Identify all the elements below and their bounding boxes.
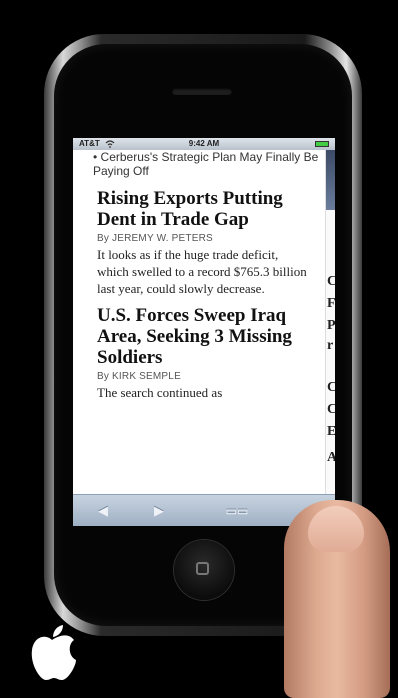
adjacent-column-letter: A: [327, 450, 335, 466]
adjacent-column-letter: F: [327, 296, 335, 311]
adjacent-column-image: [326, 150, 335, 210]
article-summary: It looks as if the huge trade deficit, w…: [97, 247, 307, 296]
iphone-ad-stage: AT&T 9:42 AM • Cerberus's Strategic Plan…: [0, 0, 398, 698]
pointing-finger: [284, 500, 390, 698]
status-bar: AT&T 9:42 AM: [73, 138, 335, 150]
back-icon[interactable]: ◀: [83, 495, 123, 526]
bookmarks-icon[interactable]: ▭▭: [217, 495, 257, 526]
adjacent-column-letter: P: [327, 318, 335, 333]
previous-article-link[interactable]: • Cerberus's Strategic Plan May Finally …: [93, 150, 325, 178]
battery-icon: [315, 141, 329, 147]
adjacent-column-letter: C: [327, 380, 335, 396]
earpiece-speaker: [172, 88, 232, 95]
adjacent-column-letter: C: [327, 402, 335, 418]
article-byline: By JEREMY W. PETERS: [97, 233, 213, 244]
forward-icon[interactable]: ▶: [139, 495, 179, 526]
apple-logo-icon: [31, 625, 77, 680]
fingernail: [308, 506, 364, 552]
home-button[interactable]: [174, 540, 234, 600]
adjacent-column-letter: E: [327, 424, 335, 440]
article-headline[interactable]: Rising Exports Putting Dent in Trade Gap: [97, 188, 325, 230]
status-time: 9:42 AM: [188, 139, 220, 148]
article-list[interactable]: • Cerberus's Strategic Plan May Finally …: [73, 150, 325, 496]
adjacent-column-edge[interactable]: C F P r C C E A: [325, 150, 335, 496]
phone-screen: AT&T 9:42 AM • Cerberus's Strategic Plan…: [73, 138, 335, 526]
adjacent-column-letter: r: [327, 338, 334, 353]
article-headline[interactable]: U.S. Forces Sweep Iraq Area, Seeking 3 M…: [97, 305, 325, 368]
home-square-icon: [196, 562, 209, 575]
adjacent-column-letter: C: [327, 274, 335, 290]
article-byline: By KIRK SEMPLE: [97, 371, 181, 382]
article-summary: The search continued as: [97, 385, 223, 400]
